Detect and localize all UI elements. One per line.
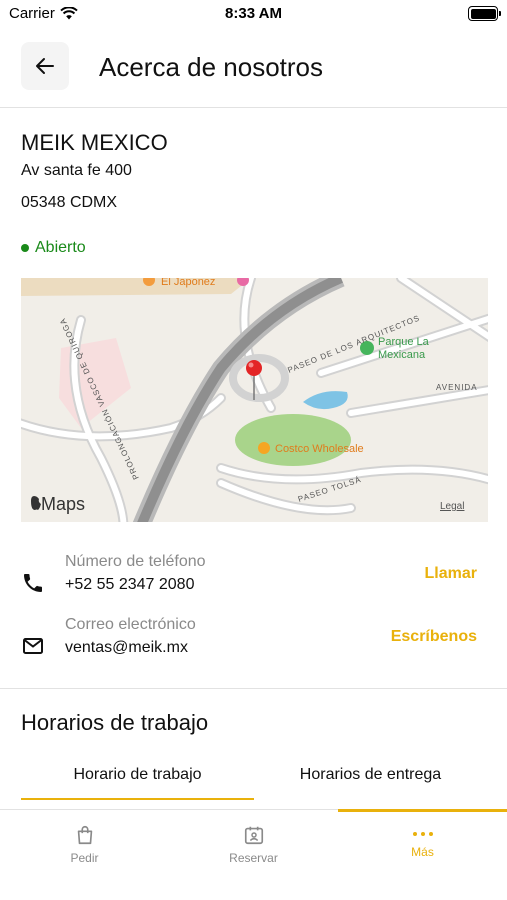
tab-delivery-hours[interactable]: Horarios de entrega bbox=[254, 766, 487, 800]
email-row: Correo electrónico ventas@meik.mx Escríb… bbox=[0, 616, 507, 676]
location-map[interactable]: El Japonez Parque La Mexicana Costco Who… bbox=[21, 278, 488, 522]
map-label-costco: Costco Wholesale bbox=[275, 443, 364, 455]
map-canvas: El Japonez Parque La Mexicana Costco Who… bbox=[21, 278, 488, 522]
arrow-left-icon bbox=[36, 58, 54, 74]
status-dot-icon bbox=[21, 244, 29, 252]
battery-icon bbox=[468, 6, 501, 21]
map-label-poi: El Japonez bbox=[161, 278, 215, 288]
map-brand: Maps bbox=[41, 494, 85, 514]
more-dots-icon bbox=[412, 832, 433, 836]
phone-icon bbox=[24, 574, 42, 592]
section-divider bbox=[0, 688, 507, 689]
email-label: Correo electrónico bbox=[65, 616, 196, 633]
open-status: Abierto bbox=[21, 239, 86, 257]
phone-row: Número de teléfono +52 55 2347 2080 Llam… bbox=[0, 553, 507, 613]
nav-label-reservar: Reservar bbox=[229, 851, 278, 865]
page-header: Acerca de nosotros bbox=[0, 30, 507, 108]
back-button[interactable] bbox=[21, 42, 69, 90]
mail-icon bbox=[23, 638, 43, 654]
bottom-navigation: Pedir Reservar Más bbox=[0, 809, 507, 900]
map-legal-link[interactable]: Legal bbox=[440, 501, 464, 512]
address-line-2: 05348 CDMX bbox=[21, 194, 118, 211]
status-bar: Carrier 8:33 AM bbox=[0, 0, 507, 30]
open-status-label: Abierto bbox=[35, 239, 86, 256]
nav-item-mas[interactable]: Más bbox=[338, 810, 507, 880]
map-label-park-2: Mexicana bbox=[378, 349, 426, 361]
address-line-1: Av santa fe 400 bbox=[21, 162, 132, 179]
page-title: Acerca de nosotros bbox=[99, 52, 324, 82]
nav-label-mas: Más bbox=[411, 845, 434, 859]
status-time: 8:33 AM bbox=[225, 5, 282, 22]
shopping-bag-icon bbox=[77, 825, 92, 845]
email-value: ventas@meik.mx bbox=[65, 639, 188, 656]
hours-section-title: Horarios de trabajo bbox=[21, 710, 209, 735]
business-name: MEIK MEXICO bbox=[21, 130, 168, 155]
phone-value: +52 55 2347 2080 bbox=[65, 576, 195, 593]
tab-working-hours[interactable]: Horario de trabajo bbox=[21, 766, 254, 800]
nav-item-reservar[interactable]: Reservar bbox=[169, 810, 338, 880]
map-label-park-1: Parque La bbox=[378, 336, 430, 348]
call-button[interactable]: Llamar bbox=[425, 565, 477, 583]
map-label-road-avenida: AVENIDA bbox=[436, 383, 478, 392]
nav-label-pedir: Pedir bbox=[70, 851, 99, 865]
write-us-button[interactable]: Escríbenos bbox=[391, 628, 477, 646]
nav-item-pedir[interactable]: Pedir bbox=[0, 810, 169, 880]
calendar-user-icon bbox=[244, 826, 263, 845]
phone-label: Número de teléfono bbox=[65, 553, 206, 570]
